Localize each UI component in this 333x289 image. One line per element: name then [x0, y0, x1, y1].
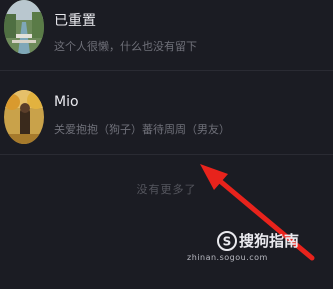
contact-signature: 这个人很懒，什么也没有留下: [54, 40, 197, 53]
contact-name: 已重置: [54, 13, 96, 29]
avatar: [4, 90, 44, 144]
contact-name: Mio: [54, 94, 79, 110]
svg-text:S: S: [223, 234, 232, 248]
sogou-watermark: S 搜狗指南 zhinan.sogou.com: [187, 230, 307, 262]
watermark-brand: 搜狗指南: [239, 232, 300, 250]
contact-signature: 关爱抱抱（狗子）蕃待周周（男友）: [54, 123, 230, 136]
list-divider: [0, 154, 333, 155]
contact-item[interactable]: 已重置 这个人很懒，什么也没有留下: [0, 0, 333, 62]
watermark-url: zhinan.sogou.com: [187, 253, 268, 262]
contact-item[interactable]: Mio 关爱抱抱（狗子）蕃待周周（男友）: [0, 80, 333, 152]
contact-list-screen: 已重置 这个人很懒，什么也没有留下 Mio 关爱抱抱（狗子）蕃待周周（男友） 没…: [0, 0, 333, 289]
list-divider: [0, 70, 333, 71]
sogou-logo-icon: S: [217, 230, 237, 251]
no-more-label: 没有更多了: [136, 183, 197, 196]
avatar: [4, 0, 44, 54]
